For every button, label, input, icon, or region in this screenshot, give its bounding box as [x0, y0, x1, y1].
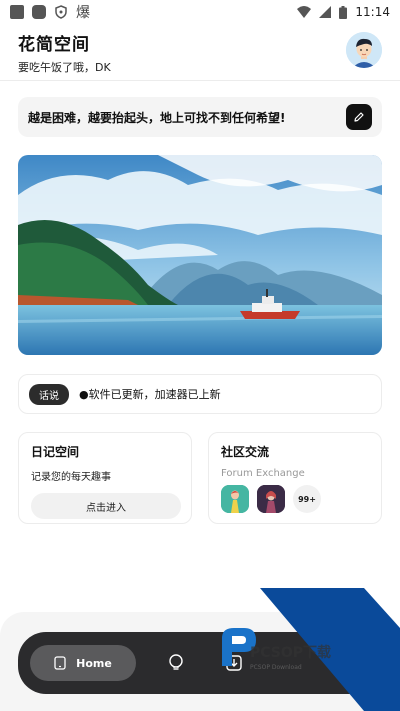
nav-download-tab[interactable]	[216, 645, 252, 681]
user-avatar-illustration	[221, 485, 249, 513]
app-glyph-icon: 爆	[76, 5, 90, 21]
shield-icon	[55, 5, 67, 19]
nav-home-tab[interactable]: Home	[30, 645, 136, 681]
notice-text: ●软件已更新，加速器已上新	[79, 388, 221, 401]
battery-icon	[339, 5, 348, 19]
forum-user-avatar[interactable]	[257, 485, 285, 513]
user-avatar-illustration	[257, 485, 285, 513]
nav-home-label: Home	[76, 656, 112, 670]
edit-quote-button[interactable]	[346, 104, 372, 130]
diary-card-title: 日记空间	[31, 445, 80, 459]
status-time: 11:14	[355, 5, 390, 19]
app-title: 花简空间	[18, 35, 90, 55]
watermark-subtext: PCSOP Download	[250, 664, 302, 671]
avatar-illustration	[346, 32, 382, 68]
nav-idea-tab[interactable]	[158, 645, 194, 681]
watermark-text: PCSOP下载	[250, 645, 332, 661]
forum-user-avatar[interactable]	[221, 485, 249, 513]
enter-diary-button[interactable]: 点击进入	[31, 493, 181, 519]
signal-icon	[319, 6, 332, 18]
diary-card-desc: 记录您的每天趣事	[31, 472, 111, 483]
lightbulb-icon	[169, 654, 183, 670]
greeting-text: 要吃午饭了哦，DK	[18, 61, 111, 74]
banner-image[interactable]	[18, 155, 382, 355]
quote-card: 越是困难，越要抬起头，地上可找不到任何希望!	[18, 97, 382, 137]
notification-square-icon	[10, 5, 24, 19]
diary-card[interactable]: 日记空间 记录您的每天趣事 点击进入	[18, 432, 192, 524]
forum-card-title: 社区交流	[221, 445, 270, 459]
download-icon	[226, 655, 242, 671]
wifi-icon	[297, 6, 312, 18]
header: 花简空间 要吃午饭了哦，DK	[18, 30, 384, 74]
forum-card[interactable]: 社区交流 Forum Exchange 99+	[208, 432, 382, 524]
forum-card-subtitle: Forum Exchange	[221, 468, 305, 479]
status-right: 11:14	[297, 5, 390, 19]
forum-count-badge[interactable]: 99+	[293, 485, 321, 513]
phone-icon	[54, 656, 66, 670]
forum-avatars: 99+	[221, 485, 369, 513]
notice-tag: 话说	[29, 383, 69, 405]
pencil-icon	[354, 112, 364, 122]
header-divider	[0, 80, 400, 81]
status-bar: 爆 11:14	[0, 0, 400, 24]
landscape-image	[18, 155, 382, 355]
notice-bar[interactable]: 话说 ●软件已更新，加速器已上新	[18, 374, 382, 414]
status-left: 爆	[10, 2, 90, 22]
quote-text: 越是困难，越要抬起头，地上可找不到任何希望!	[28, 110, 286, 125]
notification-app-icon	[32, 5, 46, 19]
avatar[interactable]	[346, 32, 382, 68]
